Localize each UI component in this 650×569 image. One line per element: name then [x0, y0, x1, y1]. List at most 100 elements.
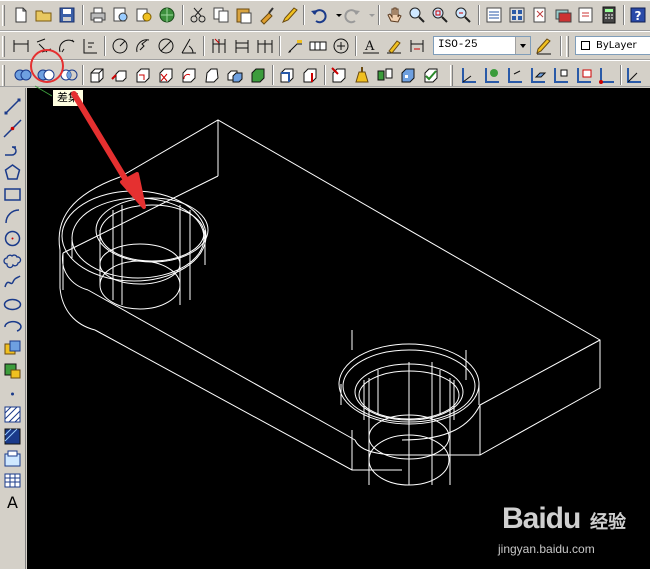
redo-dropdown[interactable] — [362, 5, 375, 25]
ucs-previous-icon[interactable] — [505, 65, 525, 85]
ucs-icon[interactable] — [459, 65, 479, 85]
linear-dim-icon[interactable] — [11, 36, 31, 56]
pan-icon[interactable] — [384, 5, 404, 25]
table-icon[interactable] — [2, 470, 23, 491]
standard-toolbar: ? — [0, 0, 650, 31]
new-icon[interactable] — [11, 5, 31, 25]
extrude-faces-icon[interactable] — [87, 65, 107, 85]
publish-icon[interactable] — [134, 5, 154, 25]
insert-block-icon[interactable] — [2, 338, 23, 359]
polyline-icon[interactable] — [2, 140, 23, 161]
polygon-icon[interactable] — [2, 162, 23, 183]
ucs-world-icon[interactable] — [482, 65, 502, 85]
ucs-origin-icon[interactable] — [597, 65, 617, 85]
markup-icon[interactable] — [576, 5, 596, 25]
calculator-icon[interactable] — [599, 5, 619, 25]
dim-text-edit-icon[interactable] — [384, 36, 404, 56]
toolbar-grip[interactable] — [2, 65, 5, 86]
diameter-icon[interactable] — [156, 36, 176, 56]
zoom-window-icon[interactable] — [430, 5, 450, 25]
baseline-icon[interactable] — [232, 36, 252, 56]
gradient-icon[interactable] — [2, 426, 23, 447]
shell-icon[interactable] — [398, 65, 418, 85]
zoom-previous-icon[interactable] — [453, 5, 473, 25]
tooltip-subtract: 差集 — [52, 89, 84, 107]
center-mark-icon[interactable] — [331, 36, 351, 56]
make-block-icon[interactable] — [2, 360, 23, 381]
properties-icon[interactable] — [484, 5, 504, 25]
imprint-icon[interactable] — [329, 65, 349, 85]
plot-preview-icon[interactable] — [111, 5, 131, 25]
rectangle-icon[interactable] — [2, 184, 23, 205]
copy-icon[interactable] — [211, 5, 231, 25]
revision-cloud-icon[interactable] — [2, 250, 23, 271]
print-icon[interactable] — [88, 5, 108, 25]
ucs-face-icon[interactable] — [528, 65, 548, 85]
tolerance-icon[interactable] — [308, 36, 328, 56]
multiline-text-icon[interactable]: A — [2, 492, 23, 513]
angular-icon[interactable] — [179, 36, 199, 56]
construction-line-icon[interactable] — [2, 118, 23, 139]
watermark-url: jingyan.baidu.com — [498, 542, 595, 556]
check-icon[interactable] — [421, 65, 441, 85]
clean-icon[interactable] — [352, 65, 372, 85]
spline-icon[interactable] — [2, 272, 23, 293]
tool-palettes-icon[interactable] — [530, 5, 550, 25]
zoom-realtime-icon[interactable] — [407, 5, 427, 25]
circle-icon[interactable] — [2, 228, 23, 249]
jogged-icon[interactable] — [133, 36, 153, 56]
dim-style-manager-icon[interactable] — [534, 36, 554, 56]
undo-icon[interactable] — [309, 5, 329, 25]
layer-color-swatch — [581, 41, 590, 50]
radius-icon[interactable] — [110, 36, 130, 56]
quick-leader-icon[interactable] — [285, 36, 305, 56]
point-icon[interactable] — [2, 382, 23, 403]
color-edges-icon[interactable] — [300, 65, 320, 85]
3d-dwf-icon[interactable] — [157, 5, 177, 25]
cut-icon[interactable] — [188, 5, 208, 25]
paste-icon[interactable] — [234, 5, 254, 25]
open-icon[interactable] — [34, 5, 54, 25]
undo-dropdown[interactable] — [329, 5, 342, 25]
offset-faces-icon[interactable] — [133, 65, 153, 85]
delete-faces-icon[interactable] — [156, 65, 176, 85]
dimension-toolbar: A ISO-25 ByLayer — [0, 31, 650, 60]
solids-editing-toolbar — [0, 60, 650, 87]
toolbar-grip[interactable] — [2, 5, 5, 26]
region-icon[interactable] — [2, 448, 23, 469]
ellipse-arc-icon[interactable] — [2, 316, 23, 337]
dim-edit-icon[interactable]: A — [361, 36, 381, 56]
separate-icon[interactable] — [375, 65, 395, 85]
watermark-logo: Baidu — [502, 502, 581, 535]
color-faces-icon[interactable] — [248, 65, 268, 85]
toolbar-grip[interactable] — [2, 36, 5, 57]
ucs-object-icon[interactable] — [551, 65, 571, 85]
arc-icon[interactable] — [2, 206, 23, 227]
design-center-icon[interactable] — [507, 5, 527, 25]
autocad-window: ? A ISO-25 ByLayer A 差集 Baidu 经验 jingyan… — [0, 0, 650, 569]
redo-icon[interactable] — [342, 5, 362, 25]
hatch-icon[interactable] — [2, 404, 23, 425]
brush-icon[interactable] — [280, 5, 300, 25]
continue-icon[interactable] — [255, 36, 275, 56]
ucs-view-icon[interactable] — [574, 65, 594, 85]
quick-dim-icon[interactable] — [209, 36, 229, 56]
copy-faces-icon[interactable] — [225, 65, 245, 85]
move-faces-icon[interactable] — [110, 65, 130, 85]
baidu-watermark: Baidu 经验 jingyan.baidu.com — [480, 496, 650, 569]
line-icon[interactable] — [2, 96, 23, 117]
ellipse-icon[interactable] — [2, 294, 23, 315]
copy-edges-icon[interactable] — [277, 65, 297, 85]
save-icon[interactable] — [57, 5, 77, 25]
dim-update-icon[interactable] — [407, 36, 427, 56]
layer-select[interactable]: ByLayer — [575, 36, 650, 55]
match-properties-icon[interactable] — [257, 5, 277, 25]
rotate-faces-icon[interactable] — [179, 65, 199, 85]
ordinate-icon[interactable] — [80, 36, 100, 56]
help-icon[interactable]: ? — [628, 5, 648, 25]
dim-style-select[interactable]: ISO-25 — [433, 36, 531, 55]
ucs-zaxis-icon[interactable] — [624, 65, 644, 85]
sheet-set-icon[interactable] — [553, 5, 573, 25]
taper-faces-icon[interactable] — [202, 65, 222, 85]
arc-length-icon[interactable] — [57, 36, 77, 56]
